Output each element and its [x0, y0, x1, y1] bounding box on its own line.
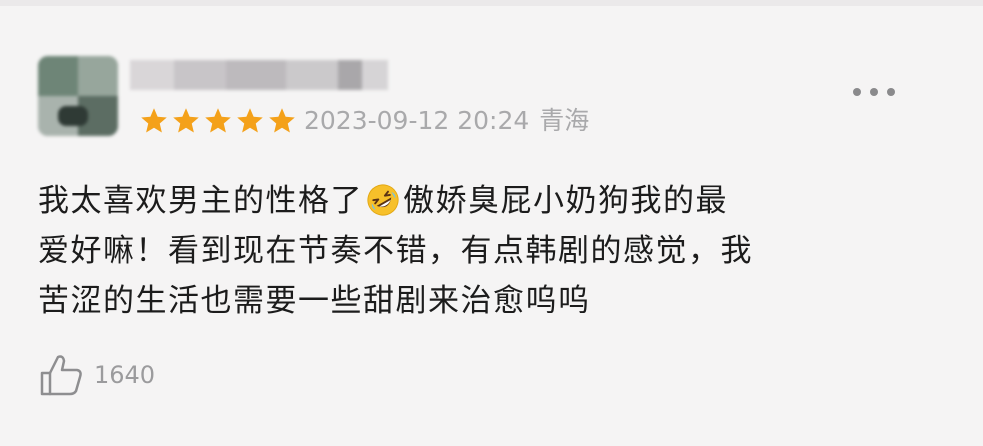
star-icon: [173, 108, 199, 133]
like-button[interactable]: 1640: [38, 352, 155, 398]
thumbs-up-icon: [40, 355, 82, 396]
more-options-button[interactable]: [853, 80, 895, 104]
star-rating: [139, 104, 297, 138]
review-text-line-1: 我太喜欢男主的性格了 傲娇臭屁小奶狗我的最: [38, 176, 938, 226]
avatar[interactable]: [38, 56, 118, 136]
review-meta: 2023-09-12 20:24 青海: [304, 104, 589, 138]
star-icon: [141, 108, 167, 133]
review-card: 2023-09-12 20:24 青海 我太喜欢男主的性格了 傲娇臭屁小奶狗我的最…: [0, 0, 983, 446]
username-redacted[interactable]: [130, 56, 388, 96]
star-icon: [205, 108, 231, 133]
star-icon: [237, 108, 263, 133]
star-icon: [269, 108, 295, 133]
rolling-on-floor-laughing-emoji-icon: [367, 184, 399, 216]
like-count: 1640: [94, 361, 156, 389]
review-location: 青海: [539, 106, 590, 135]
review-text-line-3: 苦涩的生活也需要一些甜剧来治愈呜呜: [38, 283, 591, 319]
review-date: 2023-09-12 20:24: [304, 106, 530, 135]
review-text-segment: 我太喜欢男主的性格了: [38, 183, 363, 219]
review-text-segment: 傲娇臭屁小奶狗我的最: [403, 183, 728, 219]
review-text-line-2: 爱好嘛！看到现在节奏不错，有点韩剧的感觉，我: [38, 233, 753, 269]
more-dots-icon: [853, 88, 861, 96]
review-text: 我太喜欢男主的性格了 傲娇臭屁小奶狗我的最 爱好嘛！看到现在节奏不错，有点韩剧的…: [38, 176, 938, 326]
